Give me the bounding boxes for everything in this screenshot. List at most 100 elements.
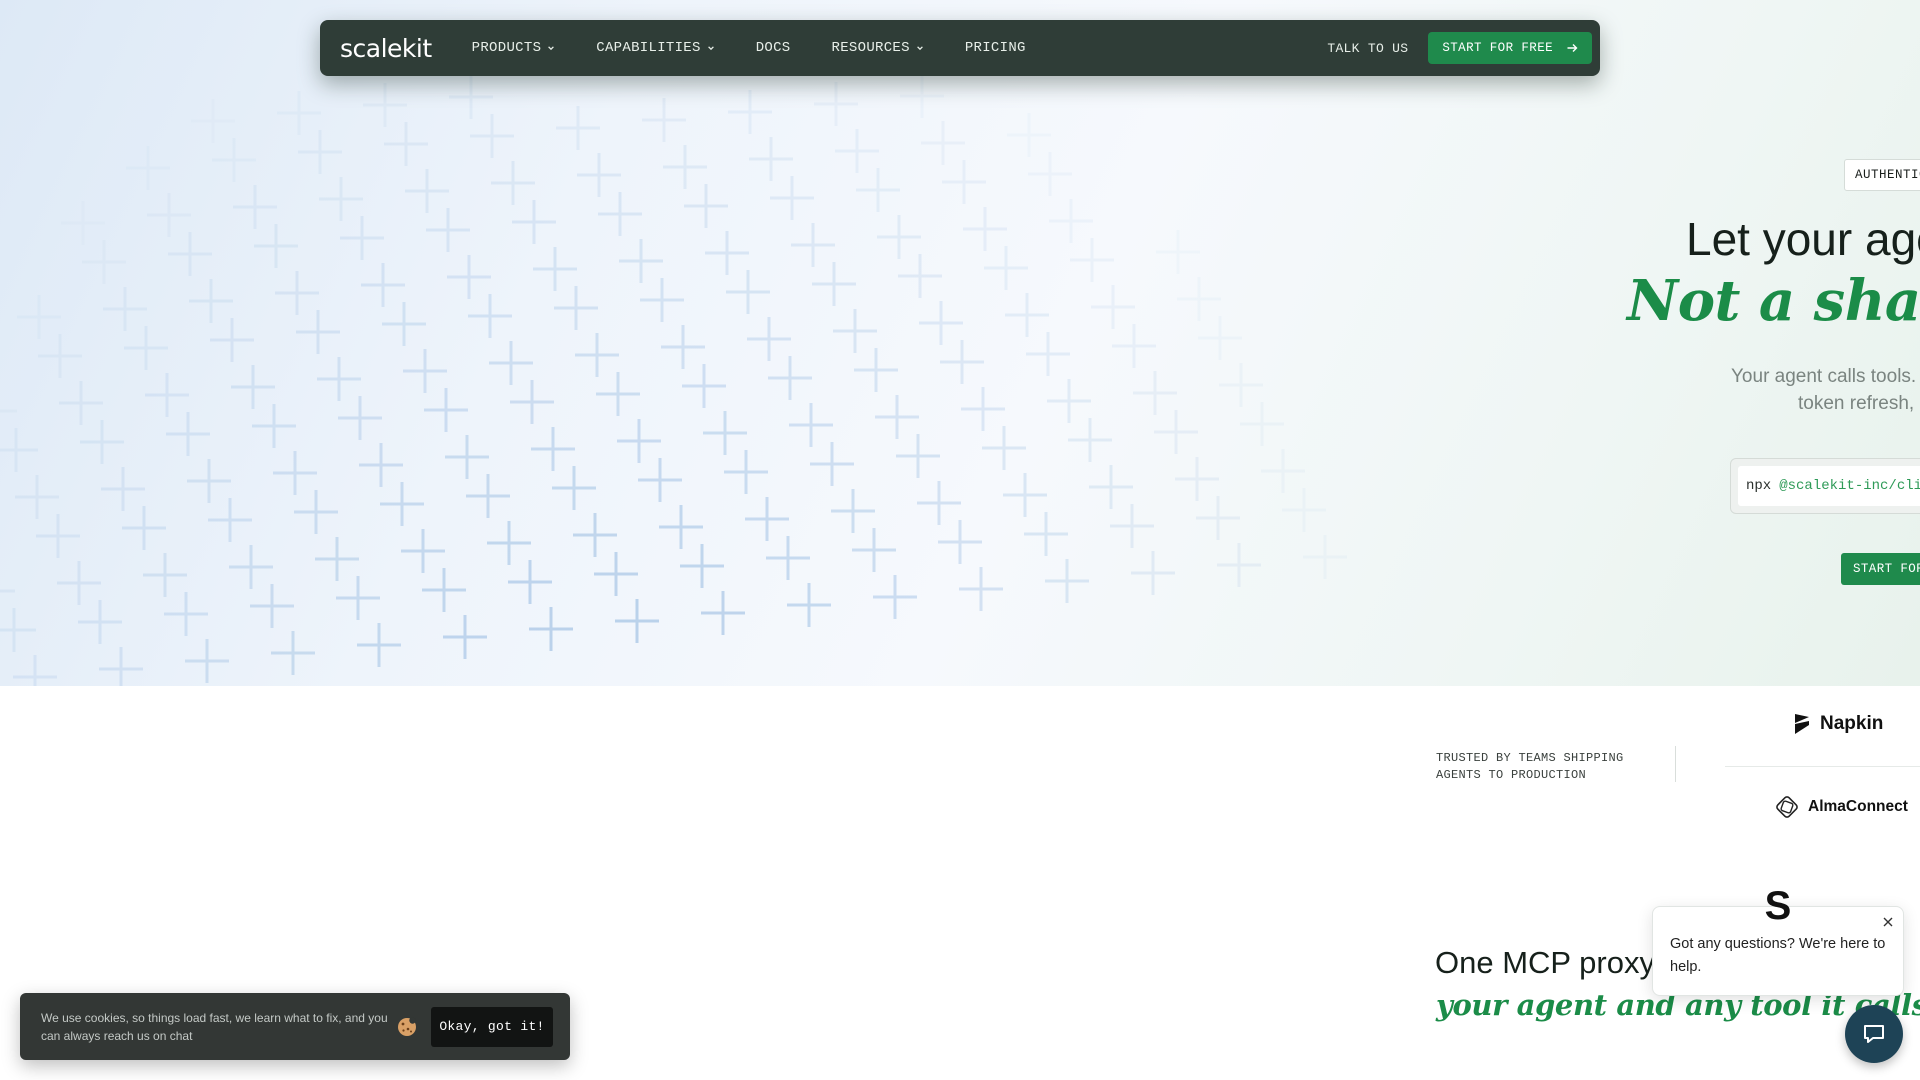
- plus-decoration: [663, 145, 707, 189]
- plus-decoration: [229, 545, 273, 589]
- nav-item-resources[interactable]: RESOURCES: [832, 40, 924, 56]
- plus-decoration: [168, 232, 212, 276]
- nav-item-pricing[interactable]: PRICING: [965, 40, 1026, 56]
- plus-decoration: [147, 193, 191, 237]
- plus-decoration: [617, 419, 661, 463]
- plus-decoration: [529, 607, 573, 651]
- plus-decoration: [233, 185, 277, 229]
- plus-decoration: [640, 278, 684, 322]
- nav-item-label: DOCS: [755, 40, 791, 56]
- plus-decoration: [103, 287, 147, 331]
- customer-logo-napkin: Napkin: [1792, 712, 1883, 736]
- chat-avatar: S: [1764, 883, 1792, 928]
- plus-decoration: [277, 91, 321, 135]
- plus-decoration: [812, 262, 856, 306]
- plus-decoration: [984, 246, 1028, 290]
- plus-decoration: [210, 318, 254, 362]
- cookie-accept-button[interactable]: Okay, got it!: [431, 1006, 553, 1047]
- plus-decoration: [36, 514, 80, 558]
- plus-decoration: [959, 567, 1003, 611]
- plus-decoration: [1303, 535, 1347, 579]
- plus-decoration: [15, 475, 59, 519]
- plus-decoration: [898, 254, 942, 298]
- nav-menu: PRODUCTS CAPABILITIES DOCS RESOURCES PRI…: [472, 40, 1067, 56]
- chat-launcher-button[interactable]: [1845, 1005, 1903, 1063]
- scalekit-logo[interactable]: scalekit: [340, 34, 432, 63]
- plus-decoration: [13, 655, 57, 686]
- plus-decoration: [57, 561, 101, 605]
- plus-decoration: [126, 146, 170, 190]
- plus-decoration: [961, 387, 1005, 431]
- plus-decoration: [1047, 379, 1091, 423]
- plus-decoration: [384, 122, 428, 166]
- top-navbar: scalekit PRODUCTS CAPABILITIES DOCS RESO…: [320, 20, 1600, 76]
- close-icon[interactable]: [1881, 915, 1895, 929]
- start-for-free-button[interactable]: START FOR FREE: [1428, 32, 1592, 64]
- plus-decoration: [61, 201, 105, 245]
- nav-item-docs[interactable]: DOCS: [756, 40, 791, 56]
- plus-decoration: [1068, 418, 1112, 462]
- plus-decoration: [80, 420, 124, 464]
- plus-decoration: [1131, 551, 1175, 595]
- plus-decoration: [166, 412, 210, 456]
- plus-decoration: [745, 497, 789, 541]
- plus-decoration: [1049, 199, 1093, 243]
- plus-decoration: [770, 176, 814, 220]
- plus-decoration: [531, 427, 575, 471]
- almaconnect-logo-icon: [1776, 796, 1798, 818]
- plus-decoration: [122, 506, 166, 550]
- plus-decoration: [1217, 543, 1261, 587]
- customer-logo-almaconnect: AlmaConnect: [1774, 794, 1908, 820]
- plus-decoration: [940, 340, 984, 384]
- plus-decoration: [1007, 113, 1051, 157]
- nav-item-capabilities[interactable]: CAPABILITIES: [596, 40, 714, 56]
- chevron-down-icon: [548, 46, 555, 51]
- plus-decoration: [598, 192, 642, 236]
- plus-decoration: [1112, 324, 1156, 368]
- plus-decoration: [1198, 316, 1242, 360]
- plus-decoration: [468, 294, 512, 338]
- plus-decoration: [145, 373, 189, 417]
- plus-decoration: [1261, 449, 1305, 493]
- plus-decoration: [212, 138, 256, 182]
- talk-to-us-link[interactable]: TALK TO US: [1327, 41, 1408, 56]
- nav-item-label: PRODUCTS: [471, 40, 542, 56]
- plus-decoration: [187, 459, 231, 503]
- nav-item-label: RESOURCES: [831, 40, 910, 56]
- cli-command-box[interactable]: npx @scalekit-inc/cli: [1730, 458, 1920, 514]
- plus-decoration: [833, 309, 877, 353]
- plus-decoration: [1005, 293, 1049, 337]
- plus-decoration: [359, 443, 403, 487]
- plus-decoration: [0, 409, 17, 413]
- chevron-down-icon: [916, 46, 923, 51]
- plus-decoration: [340, 216, 384, 260]
- plus-decoration: [319, 177, 363, 221]
- nav-item-products[interactable]: PRODUCTS: [472, 40, 556, 56]
- plus-decoration: [1282, 488, 1326, 532]
- plus-decoration: [1156, 230, 1200, 274]
- nav-item-label: CAPABILITIES: [596, 40, 701, 56]
- plus-decoration: [1070, 238, 1114, 282]
- plus-decoration: [615, 599, 659, 643]
- plus-decoration: [0, 589, 15, 593]
- cli-command: npx @scalekit-inc/cli: [1738, 466, 1920, 506]
- napkin-logo-icon: [1795, 714, 1809, 734]
- plus-decoration: [489, 341, 533, 385]
- plus-decoration: [917, 481, 961, 525]
- hero-headline-accent: Not a share: [1627, 268, 1920, 334]
- plus-decoration: [294, 490, 338, 534]
- plus-decoration: [619, 239, 663, 283]
- hero-badge: AUTHENTIC: [1844, 159, 1920, 191]
- plus-decoration: [831, 489, 875, 533]
- plus-decoration: [1045, 559, 1089, 603]
- plus-decoration: [82, 240, 126, 284]
- plus-decoration: [873, 575, 917, 619]
- plus-decoration: [59, 381, 103, 425]
- plus-decoration: [642, 98, 686, 142]
- hero-start-button[interactable]: START FOR: [1841, 553, 1920, 585]
- plus-decoration: [447, 255, 491, 299]
- plus-decoration: [231, 365, 275, 409]
- plus-decoration: [835, 129, 879, 173]
- plus-decoration: [768, 356, 812, 400]
- plus-decoration: [810, 442, 854, 486]
